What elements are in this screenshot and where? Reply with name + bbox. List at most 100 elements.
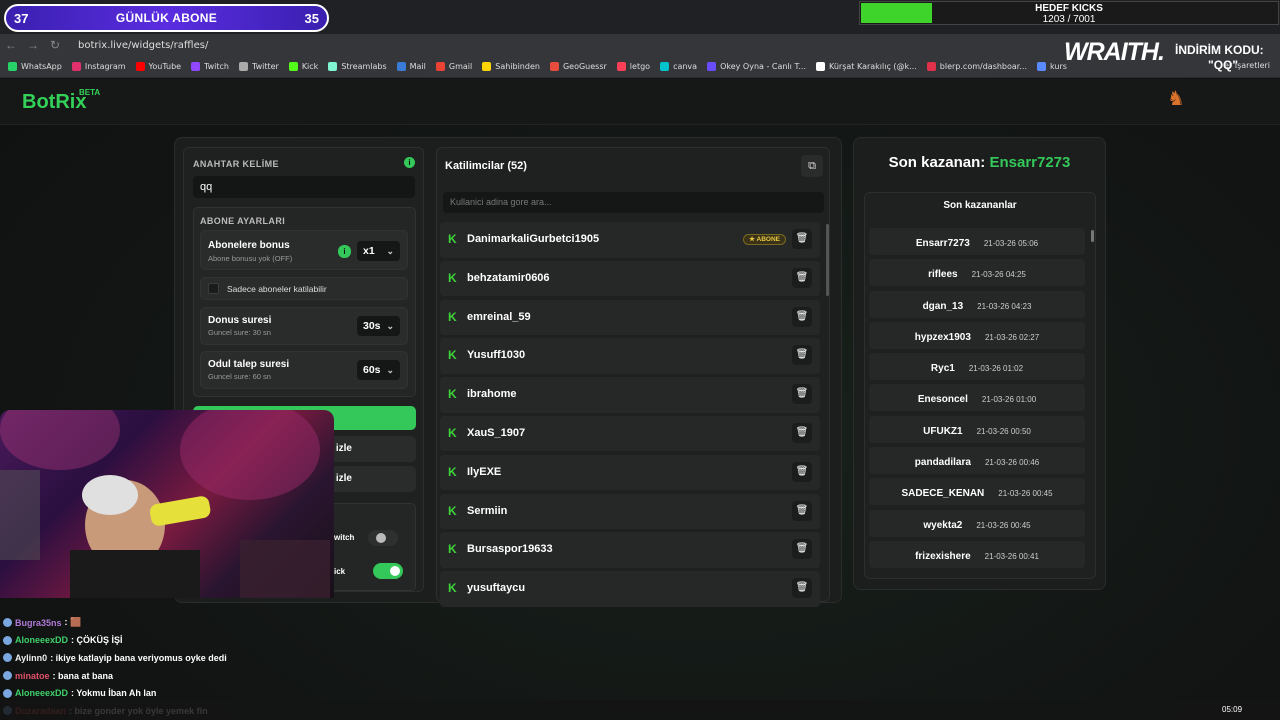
- bookmark-icon: [71, 62, 81, 71]
- winner-date: 21-03-26 00:45: [976, 520, 1031, 530]
- delete-icon[interactable]: 🗑: [792, 267, 812, 288]
- winner-row: UFUKZ1 21-03-26 00:50: [869, 415, 1085, 443]
- botrix-logo[interactable]: BotRix: [22, 91, 86, 114]
- sub-bonus-select[interactable]: x1 ⌄: [357, 241, 400, 261]
- bookmark-item[interactable]: Instagram: [71, 62, 126, 71]
- chat-message: Aylinn0: ikiye katlayip bana veriyomus o…: [3, 649, 333, 667]
- forward-icon[interactable]: →: [22, 38, 44, 52]
- bookmark-icon: [707, 62, 717, 71]
- winner-row: frizexishere 21-03-26 00:41: [869, 540, 1085, 568]
- delete-icon[interactable]: 🗑: [792, 500, 812, 521]
- bookmark-label: Mail: [409, 62, 426, 71]
- winners-scrollbar[interactable]: [1091, 230, 1094, 242]
- twitch-toggle[interactable]: [368, 530, 398, 546]
- kick-toggle[interactable]: [373, 563, 403, 579]
- participant-row[interactable]: K DanimarkaliGurbetci1905 ★ ABONE 🗑: [440, 222, 820, 258]
- delete-icon[interactable]: 🗑: [792, 539, 812, 560]
- participant-name: yusuftaycu: [467, 582, 526, 595]
- winner-name: Ensarr7273: [915, 238, 970, 249]
- info-icon[interactable]: i: [404, 157, 415, 168]
- delete-icon[interactable]: 🗑: [792, 461, 812, 482]
- bookmark-item[interactable]: Mail: [396, 62, 426, 71]
- participant-search-input[interactable]: Kullanici adina gore ara...: [443, 192, 824, 213]
- bookmark-item[interactable]: GeoGuessr: [549, 62, 607, 71]
- participant-row[interactable]: K Sermiin 🗑: [440, 493, 820, 530]
- participant-row[interactable]: K Bursaspor19633 🗑: [440, 532, 820, 568]
- bookmark-label: canva: [673, 62, 698, 71]
- delete-icon[interactable]: 🗑: [792, 422, 812, 443]
- goal-title: HEDEF KICKS: [1035, 3, 1103, 14]
- delete-icon[interactable]: 🗑: [792, 229, 812, 249]
- discount-code-value: "QQ": [1208, 58, 1239, 72]
- chat-text: : ÇÖKÜŞ İŞİ: [71, 635, 123, 646]
- bookmark-item[interactable]: Kürşat Karakılıç (@k...: [816, 62, 917, 71]
- delete-icon[interactable]: 🗑: [792, 345, 812, 366]
- participant-row[interactable]: Kyusuftaycu 🗑: [440, 571, 820, 607]
- bookmark-item[interactable]: Gmail: [435, 62, 472, 71]
- toggle-knob: [376, 533, 386, 543]
- kick-icon: K: [448, 425, 457, 440]
- bookmark-item[interactable]: Twitch: [191, 62, 229, 71]
- kick-icon: K: [448, 542, 457, 557]
- beta-tag: BETA: [79, 88, 101, 97]
- winner-row: dgan_13 21-03-26 04:23: [869, 290, 1085, 318]
- winner-date: 21-03-26 00:46: [984, 458, 1040, 468]
- sub-settings-label: ABONE AYARLARI: [200, 216, 286, 226]
- delete-icon[interactable]: 🗑: [792, 578, 812, 599]
- sub-counter-label: GÜNLÜK ABONE: [115, 11, 218, 25]
- claim-select[interactable]: 60s ⌄: [357, 360, 400, 380]
- participant-row[interactable]: Kibrahome 🗑: [440, 377, 820, 413]
- bookmark-item[interactable]: blerp.com/dashboar...: [926, 62, 1027, 71]
- bookmark-item[interactable]: Twitter: [239, 62, 279, 71]
- winner-name: Ryc1: [930, 363, 955, 375]
- participant-name: behzatamir0606: [467, 271, 550, 284]
- kick-icon: K: [448, 270, 457, 285]
- winner-name: SADECE_KENAN: [901, 488, 985, 500]
- copy-icon[interactable]: ⧉: [801, 155, 823, 177]
- only-subs-checkbox[interactable]: [208, 283, 219, 294]
- winner-row: SADECE_KENAN 21-03-26 00:45: [869, 478, 1085, 506]
- winner-row: Ryc1 21-03-26 01:02: [869, 353, 1085, 381]
- screen: ← → ↻ botrix.live/widgets/raffles/ Whats…: [0, 0, 1280, 720]
- chat-badge-icon: [3, 653, 12, 663]
- chat-username: Aylinn0: [15, 652, 48, 663]
- bookmark-item[interactable]: Okey Oyna - Canlı T...: [707, 62, 806, 71]
- delete-icon[interactable]: 🗑: [792, 384, 812, 405]
- keyword-label: ANAHTAR KELİME: [193, 159, 279, 169]
- user-avatar-icon[interactable]: ♞: [1167, 86, 1185, 116]
- reload-icon[interactable]: ↻: [44, 38, 66, 52]
- bookmark-icon: [926, 62, 936, 71]
- bonus-info-icon[interactable]: i: [338, 245, 351, 258]
- winners-list: Ensarr7273 21-03-26 05:06 riflees 21-03-26 …: [869, 228, 1085, 572]
- chevron-down-icon: ⌄: [386, 321, 394, 331]
- last-winner: Son kazanan: Ensarr7273: [853, 154, 1106, 171]
- participant-row[interactable]: Kemreinal_59 🗑: [440, 299, 820, 336]
- participant-scrollbar[interactable]: [826, 224, 829, 296]
- participant-row[interactable]: K IlyEXE 🗑: [440, 454, 820, 491]
- participant-row[interactable]: K XauS_1907 🗑: [440, 415, 820, 452]
- chat-username: minatoe: [15, 670, 50, 681]
- back-icon[interactable]: ←: [0, 38, 22, 52]
- winner-date: 21-03-26 01:02: [968, 364, 1024, 374]
- bookmark-label: blerp.com/dashboar...: [939, 62, 1027, 71]
- bookmark-item[interactable]: Kick: [288, 62, 318, 71]
- winner-name: hypzex1903: [914, 331, 971, 343]
- delete-icon[interactable]: 🗑: [792, 306, 812, 327]
- duration-select[interactable]: 30s ⌄: [357, 316, 400, 336]
- participant-row[interactable]: K Yusuff1030 🗑: [440, 338, 820, 374]
- bookmark-item[interactable]: letgo: [616, 62, 650, 71]
- bookmark-item[interactable]: WhatsApp: [8, 62, 62, 71]
- url-text[interactable]: botrix.live/widgets/raffles/: [78, 40, 208, 51]
- bookmark-item[interactable]: kurs: [1037, 62, 1067, 71]
- chevron-down-icon: ⌄: [386, 246, 394, 256]
- bookmark-item[interactable]: Sahibinden: [482, 62, 540, 71]
- participant-row[interactable]: Kbehzatamir0606 🗑: [440, 260, 820, 297]
- bookmark-item[interactable]: canva: [660, 62, 697, 71]
- participants-header: Katilimcilar (52): [445, 160, 527, 172]
- winner-date: 21-03-26 00:45: [998, 489, 1053, 499]
- participant-name: emreinal_59: [467, 310, 531, 323]
- bookmark-item[interactable]: Streamlabs: [328, 62, 387, 71]
- keyword-input[interactable]: qq: [193, 176, 415, 198]
- participant-name: DanimarkaliGurbetci1905: [467, 233, 600, 245]
- bookmark-item[interactable]: YouTube: [135, 62, 181, 71]
